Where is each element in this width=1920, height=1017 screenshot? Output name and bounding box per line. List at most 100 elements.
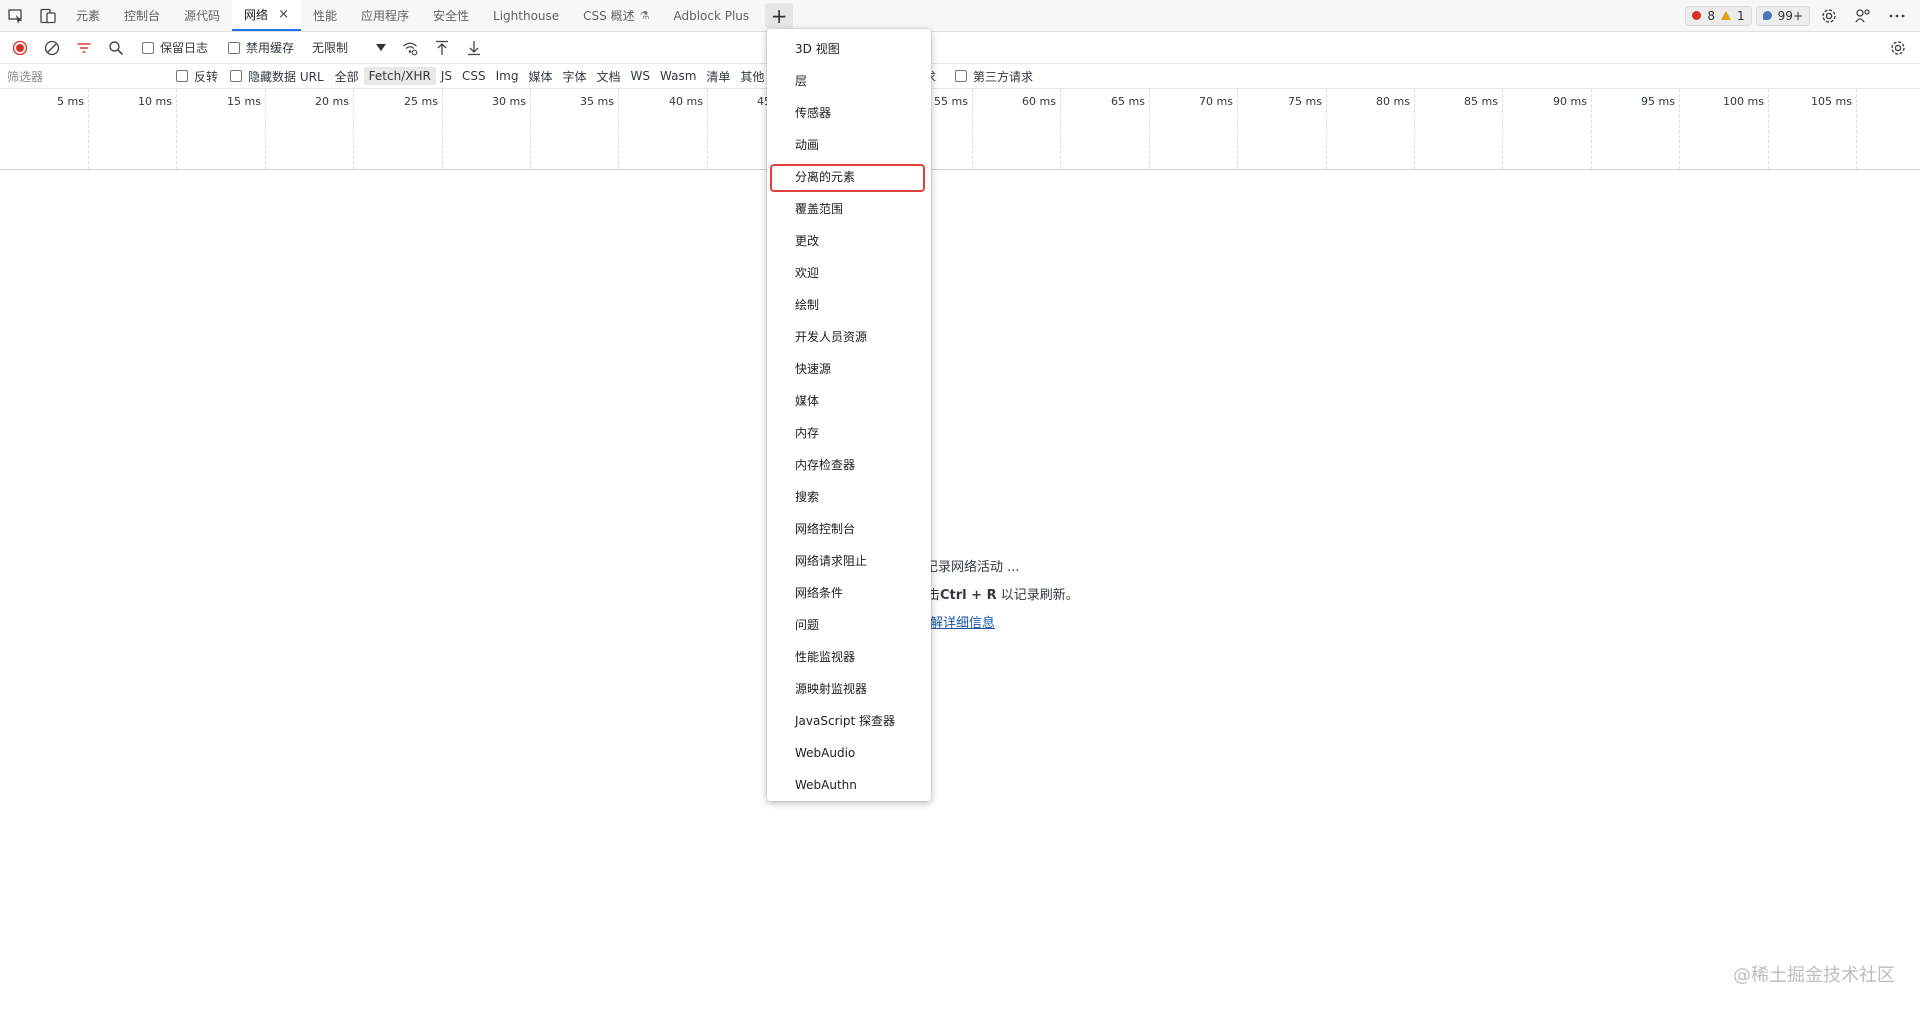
issues-counter[interactable]: 99+ — [1755, 5, 1810, 26]
throttling-select[interactable]: 无限制 — [312, 39, 387, 56]
menu-item-15[interactable]: 网络控制台 — [767, 513, 931, 545]
empty-state-line1-text: 记录网络活动 ... — [925, 560, 1020, 575]
import-har-button[interactable] — [428, 34, 456, 62]
filter-type-0[interactable]: 全部 — [330, 66, 364, 87]
timeline-tick-label: 85 ms — [1464, 95, 1498, 108]
learn-more-link-container: 解详细信息 — [930, 612, 995, 631]
menu-item-18[interactable]: 问题 — [767, 609, 931, 641]
filter-input[interactable]: 筛选器 — [0, 68, 170, 85]
hide-data-urls-box[interactable] — [230, 70, 243, 82]
tab-2[interactable]: 源代码 — [172, 0, 232, 31]
menu-item-14[interactable]: 搜索 — [767, 481, 931, 513]
menu-item-9[interactable]: 开发人员资源 — [767, 321, 931, 353]
filter-type-5[interactable]: 媒体 — [523, 66, 557, 87]
upload-icon — [436, 40, 449, 55]
disable-cache-checkbox[interactable]: 禁用缓存 — [228, 39, 294, 56]
tab-1[interactable]: 控制台 — [112, 0, 172, 31]
filter-type-8[interactable]: WS — [626, 67, 655, 85]
menu-item-22[interactable]: WebAudio — [767, 737, 931, 769]
menu-item-17[interactable]: 网络条件 — [767, 577, 931, 609]
menu-item-10[interactable]: 快速源 — [767, 353, 931, 385]
menu-item-4[interactable]: 分离的元素 — [767, 161, 931, 193]
tab-label: Adblock Plus — [673, 8, 750, 23]
tab-7[interactable]: Lighthouse — [481, 0, 571, 31]
more-options-icon[interactable] — [1882, 1, 1912, 31]
filter-type-4[interactable]: Img — [491, 67, 524, 85]
filter-icon — [77, 42, 91, 53]
export-har-button[interactable] — [460, 34, 488, 62]
menu-item-21[interactable]: JavaScript 探查器 — [767, 705, 931, 737]
invert-box[interactable] — [176, 70, 188, 82]
errors-warnings-counter[interactable]: 8 1 — [1685, 5, 1752, 26]
filter-type-6[interactable]: 字体 — [557, 66, 591, 87]
network-filter-bar: 筛选器 反转 隐藏数据 URL 全部 Fetch/XHR JS CSS Img 媒体 字体文… — [0, 64, 1920, 89]
tab-9[interactable]: Adblock Plus — [661, 0, 761, 31]
tab-label: 控制台 — [124, 9, 161, 23]
menu-item-2[interactable]: 传感器 — [767, 97, 931, 129]
device-toolbar-icon[interactable] — [32, 0, 64, 31]
preserve-log-checkbox[interactable]: 保留日志 — [142, 39, 208, 56]
menu-item-11[interactable]: 媒体 — [767, 385, 931, 417]
inspect-element-icon[interactable] — [0, 0, 32, 31]
timeline-tick-label: 60 ms — [1022, 95, 1056, 108]
timeline-gridline — [972, 89, 973, 169]
third-party-checkbox[interactable]: 第三方请求 — [955, 64, 1033, 88]
record-button[interactable] — [6, 34, 34, 62]
timeline-gridline — [1326, 89, 1327, 169]
tab-3[interactable]: 网络 × — [232, 0, 301, 31]
timeline-tick-label: 10 ms — [138, 95, 172, 108]
filter-type-9[interactable]: Wasm — [655, 67, 701, 85]
menu-item-5[interactable]: 覆盖范围 — [767, 193, 931, 225]
close-icon[interactable]: × — [278, 7, 289, 22]
menu-item-13[interactable]: 内存检查器 — [767, 449, 931, 481]
menu-item-23[interactable]: WebAuthn — [767, 769, 931, 801]
learn-more-link[interactable]: 解详细信息 — [930, 616, 995, 631]
filter-type-2[interactable]: JS — [436, 67, 457, 85]
timeline-tick-label: 5 ms — [57, 95, 84, 108]
tab-label: 元素 — [76, 9, 101, 23]
invert-label: 反转 — [194, 69, 219, 84]
tabbar-status-area: 8 1 99+ — [1685, 0, 1920, 31]
filter-type-7[interactable]: 文档 — [592, 66, 626, 87]
third-party-box[interactable] — [955, 70, 967, 82]
add-tool-button[interactable]: + — [765, 3, 794, 28]
tab-0[interactable]: 元素 — [64, 0, 112, 31]
filter-type-11[interactable]: 其他 — [735, 66, 769, 87]
tab-label: CSS 概述 — [583, 9, 635, 23]
menu-item-1[interactable]: 层 — [767, 65, 931, 97]
menu-item-12[interactable]: 内存 — [767, 417, 931, 449]
timeline-gridline — [1768, 89, 1769, 169]
invert-checkbox[interactable]: 反转 — [176, 68, 218, 85]
tab-4[interactable]: 性能 — [301, 0, 349, 31]
timeline-gridline — [707, 89, 708, 169]
filter-type-10[interactable]: 清单 — [701, 66, 735, 87]
clear-button[interactable] — [38, 34, 66, 62]
filter-type-1[interactable]: Fetch/XHR — [363, 67, 436, 85]
menu-item-3[interactable]: 动画 — [767, 129, 931, 161]
menu-item-16[interactable]: 网络请求阻止 — [767, 545, 931, 577]
menu-item-7[interactable]: 欢迎 — [767, 257, 931, 289]
disable-cache-box[interactable] — [228, 41, 241, 54]
tab-6[interactable]: 安全性 — [421, 0, 481, 31]
timeline-tick-label: 15 ms — [227, 95, 261, 108]
timeline-tick-label: 90 ms — [1553, 95, 1587, 108]
empty-state-line2-suffix: 以记录刷新。 — [996, 588, 1079, 603]
tab-5[interactable]: 应用程序 — [349, 0, 421, 31]
feedback-icon[interactable] — [1848, 1, 1878, 31]
filter-type-3[interactable]: CSS — [457, 67, 491, 85]
timeline-tick-label: 65 ms — [1111, 95, 1145, 108]
preserve-log-box[interactable] — [142, 41, 154, 54]
menu-item-19[interactable]: 性能监视器 — [767, 641, 931, 673]
network-conditions-button[interactable] — [396, 34, 424, 62]
search-button[interactable] — [102, 34, 130, 62]
hide-data-urls-checkbox[interactable]: 隐藏数据 URL — [230, 68, 324, 85]
menu-item-8[interactable]: 绘制 — [767, 289, 931, 321]
network-settings-button[interactable] — [1884, 34, 1912, 62]
network-overview-timeline[interactable]: 5 ms 10 ms 15 ms 20 ms 25 ms 30 ms 35 ms 40 ms 4… — [0, 89, 1920, 170]
menu-item-6[interactable]: 更改 — [767, 225, 931, 257]
menu-item-0[interactable]: 3D 视图 — [767, 33, 931, 65]
menu-item-20[interactable]: 源映射监视器 — [767, 673, 931, 705]
settings-icon[interactable] — [1814, 1, 1844, 31]
tab-8[interactable]: CSS 概述 ⚗ — [571, 0, 661, 31]
filter-toggle-button[interactable] — [70, 34, 98, 62]
